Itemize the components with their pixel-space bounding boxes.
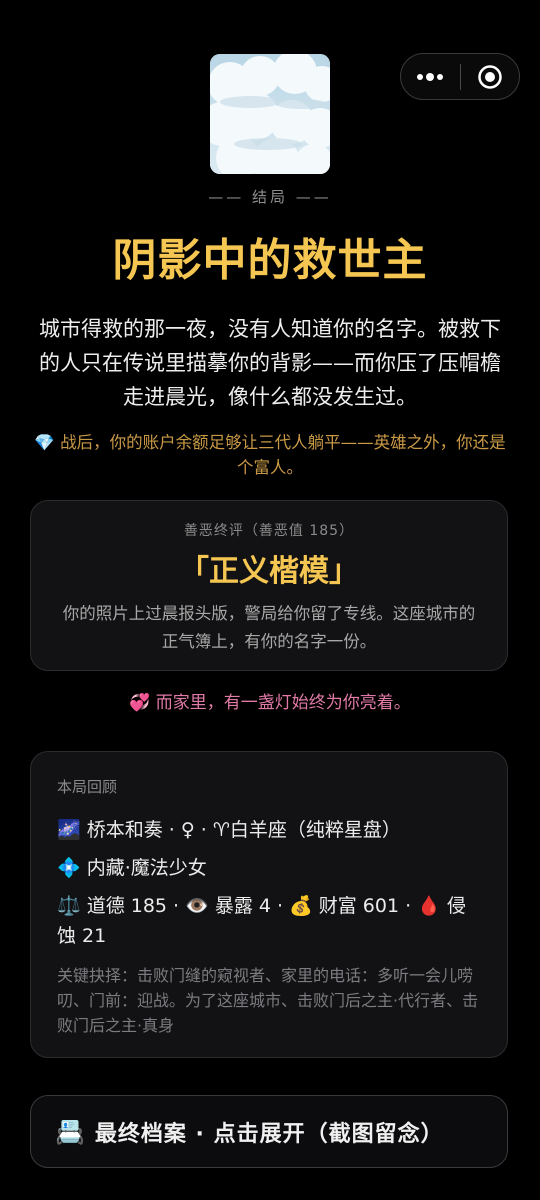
more-button[interactable]: [401, 54, 460, 99]
final-archive-button[interactable]: 📇 最终档案 · 点击展开（截图留念）: [30, 1095, 508, 1168]
recap-identity: 🌌 桥本和奏 · ♀ · ♈白羊座（纯粹星盘）: [57, 819, 401, 841]
recap-heading: 本局回顾: [57, 778, 118, 796]
ending-title: 阴影中的救世主: [112, 235, 428, 286]
recap-card: 本局回顾 🌌 桥本和奏 · ♀ · ♈白羊座（纯粹星盘） 💠 内藏·魔法少女 ⚖…: [30, 751, 508, 1058]
family-note: 💞 而家里，有一盏灯始终为你亮着。: [129, 693, 411, 713]
capsule-menu: [400, 53, 520, 100]
three-dots-icon: [417, 72, 444, 81]
verdict-title: 「正义楷模」: [179, 554, 359, 589]
close-button[interactable]: [461, 54, 520, 99]
verdict-card: 善恶终评（善恶值 185） 「正义楷模」 你的照片上过晨报头版，警局给你留了专线…: [30, 500, 508, 671]
ending-tag: —— 结局 ——: [208, 188, 332, 206]
verdict-subtitle: 善恶终评（善恶值 185）: [183, 523, 355, 539]
target-circle-icon: [478, 64, 502, 89]
ending-narrative: 城市得救的那一夜，没有人知道你的名字。被救下的人只在传说里描摹你的背影——而你压…: [39, 317, 501, 409]
recap-hidden-role: 💠 内藏·魔法少女: [57, 857, 207, 879]
cloud-sky-image: [210, 54, 330, 174]
final-archive-label: 最终档案 · 点击展开（截图留念）: [94, 1121, 444, 1147]
card-file-icon: 📇: [55, 1117, 85, 1146]
verdict-description: 你的照片上过晨报头版，警局给你留了专线。这座城市的正气簿上，有你的名字一份。: [62, 604, 476, 651]
recap-stats: ⚖️ 道德 185 · 👁️ 暴露 4 · 💰 财富 601 · 🩸 侵蚀 21: [57, 895, 466, 947]
recap-key-choices: 关键抉择：击败门缝的窥视者、家里的电话：多听一会儿唠叨、门前：迎战。为了这座城市…: [57, 966, 479, 1035]
ending-cover-image: [210, 54, 330, 174]
wealth-note: 💎 战后，你的账户余额足够让三代人躺平——英雄之外，你还是个富人。: [34, 433, 506, 477]
